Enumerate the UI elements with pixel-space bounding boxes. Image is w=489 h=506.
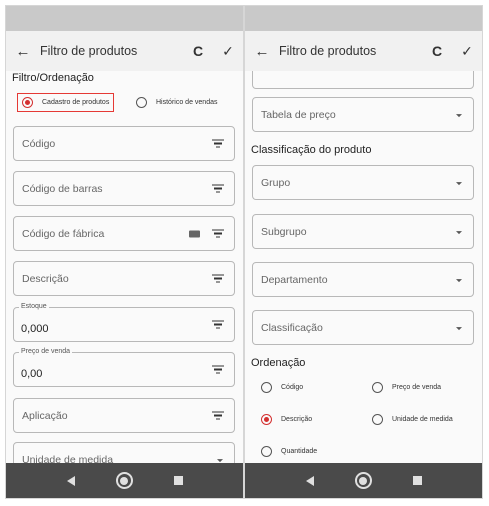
status-bar: [245, 6, 482, 31]
refresh-icon[interactable]: C: [183, 43, 213, 59]
radio-unselected-icon: [372, 382, 383, 393]
toolbar: ← Filtro de produtos C ✓: [6, 31, 243, 71]
back-arrow-icon[interactable]: ←: [6, 43, 40, 60]
aplicacao-field[interactable]: Aplicação: [13, 398, 235, 433]
codigo-field[interactable]: Código: [13, 126, 235, 161]
field-placeholder: Subgrupo: [261, 225, 307, 238]
field-placeholder: Código de fábrica: [22, 227, 105, 240]
filter-form: Filtro/Ordenação Cadastro de produtos Hi…: [6, 71, 243, 463]
unidade-medida-select[interactable]: Unidade de medida: [13, 442, 235, 463]
dropdown-caret-icon[interactable]: [456, 326, 462, 330]
nav-recents-icon[interactable]: [412, 476, 422, 485]
codigo-barras-field[interactable]: Código de barras: [13, 171, 235, 206]
nav-home-icon[interactable]: [115, 472, 133, 489]
departamento-select[interactable]: Departamento: [252, 262, 474, 297]
android-nav-bar: [245, 463, 482, 498]
radio-order-descricao[interactable]: Descrição: [261, 414, 312, 425]
filter-sort-icon[interactable]: [212, 274, 224, 283]
dropdown-caret-icon[interactable]: [217, 458, 223, 462]
filter-sort-icon[interactable]: [212, 229, 224, 238]
section-title-ordenacao: Ordenação: [251, 357, 306, 369]
keyboard-icon[interactable]: [189, 230, 200, 237]
field-value: 0,000: [21, 323, 49, 335]
radio-order-codigo[interactable]: Código: [261, 382, 303, 393]
section-title-classificacao: Classificação do produto: [251, 144, 372, 156]
field-placeholder: Unidade de medida: [22, 453, 114, 464]
cut-off-field[interactable]: [252, 71, 474, 89]
filter-sort-icon[interactable]: [212, 139, 224, 148]
radio-label: Preço de venda: [392, 384, 442, 391]
radio-unselected-icon: [261, 382, 272, 393]
radio-order-unidade-medida[interactable]: Unidade de medida: [372, 414, 453, 425]
estoque-field[interactable]: Estoque 0,000: [13, 303, 235, 342]
refresh-icon[interactable]: C: [422, 43, 452, 59]
nav-home-icon[interactable]: [354, 472, 372, 489]
right-screen: ← Filtro de produtos C ✓ Tabela de preço…: [244, 5, 483, 499]
filter-sort-icon[interactable]: [212, 320, 224, 329]
section-title-filtro: Filtro/Ordenação: [12, 72, 94, 84]
field-placeholder: Classificação: [261, 321, 323, 334]
field-placeholder: Código de barras: [22, 182, 103, 195]
left-screen: ← Filtro de produtos C ✓ Filtro/Ordenaçã…: [5, 5, 244, 499]
dropdown-caret-icon[interactable]: [456, 181, 462, 185]
android-nav-bar: [6, 463, 243, 498]
radio-selected-icon: [261, 414, 272, 425]
filter-sort-icon[interactable]: [212, 365, 224, 374]
nav-back-icon[interactable]: [66, 475, 75, 486]
radio-label: Cadastro de produtos: [42, 99, 110, 106]
status-bar: [6, 6, 243, 31]
radio-order-quantidade[interactable]: Quantidade: [261, 446, 317, 457]
radio-label: Descrição: [281, 416, 313, 423]
radio-label: Quantidade: [281, 448, 318, 455]
radio-unselected-icon: [136, 97, 147, 108]
radio-historico-vendas[interactable]: Histórico de vendas: [136, 97, 217, 108]
field-placeholder: Código: [22, 137, 56, 150]
descricao-field[interactable]: Descrição: [13, 261, 235, 296]
filter-sort-icon[interactable]: [212, 184, 224, 193]
field-placeholder: Grupo: [261, 176, 291, 189]
classificacao-select[interactable]: Classificação: [252, 310, 474, 345]
page-title: Filtro de produtos: [40, 44, 138, 58]
subgrupo-select[interactable]: Subgrupo: [252, 214, 474, 249]
nav-recents-icon[interactable]: [173, 476, 183, 485]
dropdown-caret-icon[interactable]: [456, 278, 462, 282]
radio-label: Unidade de medida: [392, 416, 453, 423]
radio-unselected-icon: [372, 414, 383, 425]
toolbar: ← Filtro de produtos C ✓: [245, 31, 482, 71]
field-placeholder: Tabela de preço: [261, 108, 336, 121]
field-placeholder: Aplicação: [22, 409, 68, 422]
back-arrow-icon[interactable]: ←: [245, 43, 279, 60]
radio-label: Histórico de vendas: [156, 99, 218, 106]
codigo-fabrica-field[interactable]: Código de fábrica: [13, 216, 235, 251]
dropdown-caret-icon[interactable]: [456, 113, 462, 117]
radio-label: Código: [281, 384, 304, 391]
tabela-preco-select[interactable]: Tabela de preço: [252, 97, 474, 132]
filter-sort-icon[interactable]: [212, 411, 224, 420]
nav-back-icon[interactable]: [305, 475, 314, 486]
confirm-check-icon[interactable]: ✓: [452, 43, 482, 60]
radio-selected-icon: [22, 97, 33, 108]
dropdown-caret-icon[interactable]: [456, 230, 462, 234]
page-title: Filtro de produtos: [279, 44, 377, 58]
radio-cadastro-produtos[interactable]: Cadastro de produtos: [17, 93, 115, 112]
radio-order-preco-venda[interactable]: Preço de venda: [372, 382, 441, 393]
filter-form-scrolled: Tabela de preço Classificação do produto…: [245, 71, 482, 463]
field-value: 0,00: [21, 368, 43, 380]
preco-venda-field[interactable]: Preço de venda 0,00: [13, 348, 235, 387]
confirm-check-icon[interactable]: ✓: [213, 43, 243, 60]
field-placeholder: Descrição: [22, 272, 69, 285]
field-label: Estoque: [19, 303, 49, 310]
grupo-select[interactable]: Grupo: [252, 165, 474, 200]
field-placeholder: Departamento: [261, 273, 328, 286]
radio-unselected-icon: [261, 446, 272, 457]
field-label: Preço de venda: [19, 348, 73, 355]
